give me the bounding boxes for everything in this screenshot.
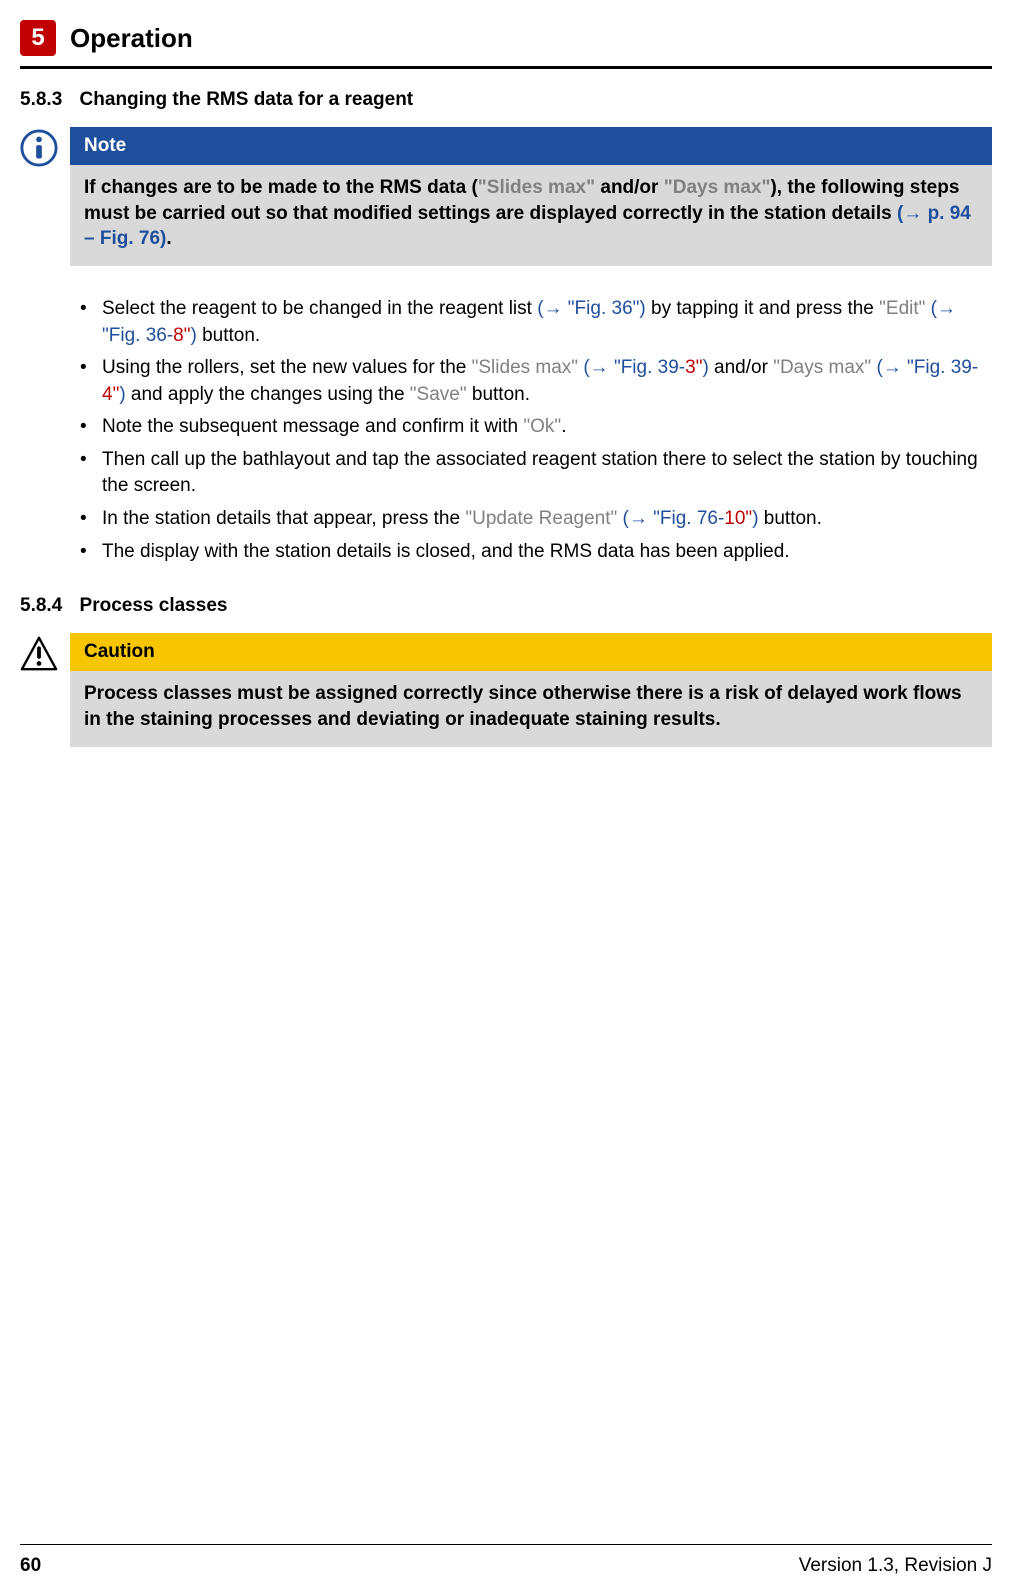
xref[interactable]: "Fig. 39 [614, 357, 679, 378]
chapter-number: 5 [31, 24, 44, 52]
instruction-list: Select the reagent to be changed in the … [80, 296, 992, 565]
xref[interactable]: (→ "Fig. 36") [537, 298, 646, 319]
page-content: 5.8.3 Changing the RMS data for a reagen… [0, 89, 1012, 747]
note-text: If changes are to be made to the RMS dat… [70, 165, 992, 266]
chapter-title: Operation [70, 23, 193, 54]
caution-text: Process classes must be assigned correct… [70, 671, 992, 746]
version-text: Version 1.3, Revision J [799, 1555, 992, 1577]
xref[interactable]: "Fig. 76 [653, 508, 718, 529]
chapter-number-badge: 5 [20, 20, 56, 56]
section-heading-584: 5.8.4 Process classes [20, 595, 992, 617]
list-item: Note the subsequent message and confirm … [80, 414, 992, 441]
xref[interactable]: "Fig. 39 [907, 357, 972, 378]
caution-body: Caution Process classes must be assigned… [70, 633, 992, 746]
section-number: 5.8.3 [20, 89, 62, 110]
page-header: 5 Operation [20, 0, 992, 69]
note-callout: Note If changes are to be made to the RM… [20, 127, 992, 266]
note-body: Note If changes are to be made to the RM… [70, 127, 992, 266]
list-item: In the station details that appear, pres… [80, 506, 992, 533]
list-item: Using the rollers, set the new values fo… [80, 355, 992, 408]
note-title: Note [70, 127, 992, 165]
section-title: Process classes [80, 595, 228, 616]
caution-title: Caution [70, 633, 992, 671]
section-number: 5.8.4 [20, 595, 62, 616]
xref[interactable]: "Fig. 36 [102, 325, 167, 346]
list-item: The display with the station details is … [80, 539, 992, 566]
info-icon [20, 127, 60, 172]
caution-callout: Caution Process classes must be assigned… [20, 633, 992, 746]
list-item: Select the reagent to be changed in the … [80, 296, 992, 349]
list-item: Then call up the bathlayout and tap the … [80, 447, 992, 500]
page-number: 60 [20, 1555, 41, 1577]
section-title: Changing the RMS data for a reagent [80, 89, 414, 110]
page-footer: 60 Version 1.3, Revision J [20, 1544, 992, 1577]
section-heading-583: 5.8.3 Changing the RMS data for a reagen… [20, 89, 992, 111]
warning-icon [20, 633, 60, 678]
